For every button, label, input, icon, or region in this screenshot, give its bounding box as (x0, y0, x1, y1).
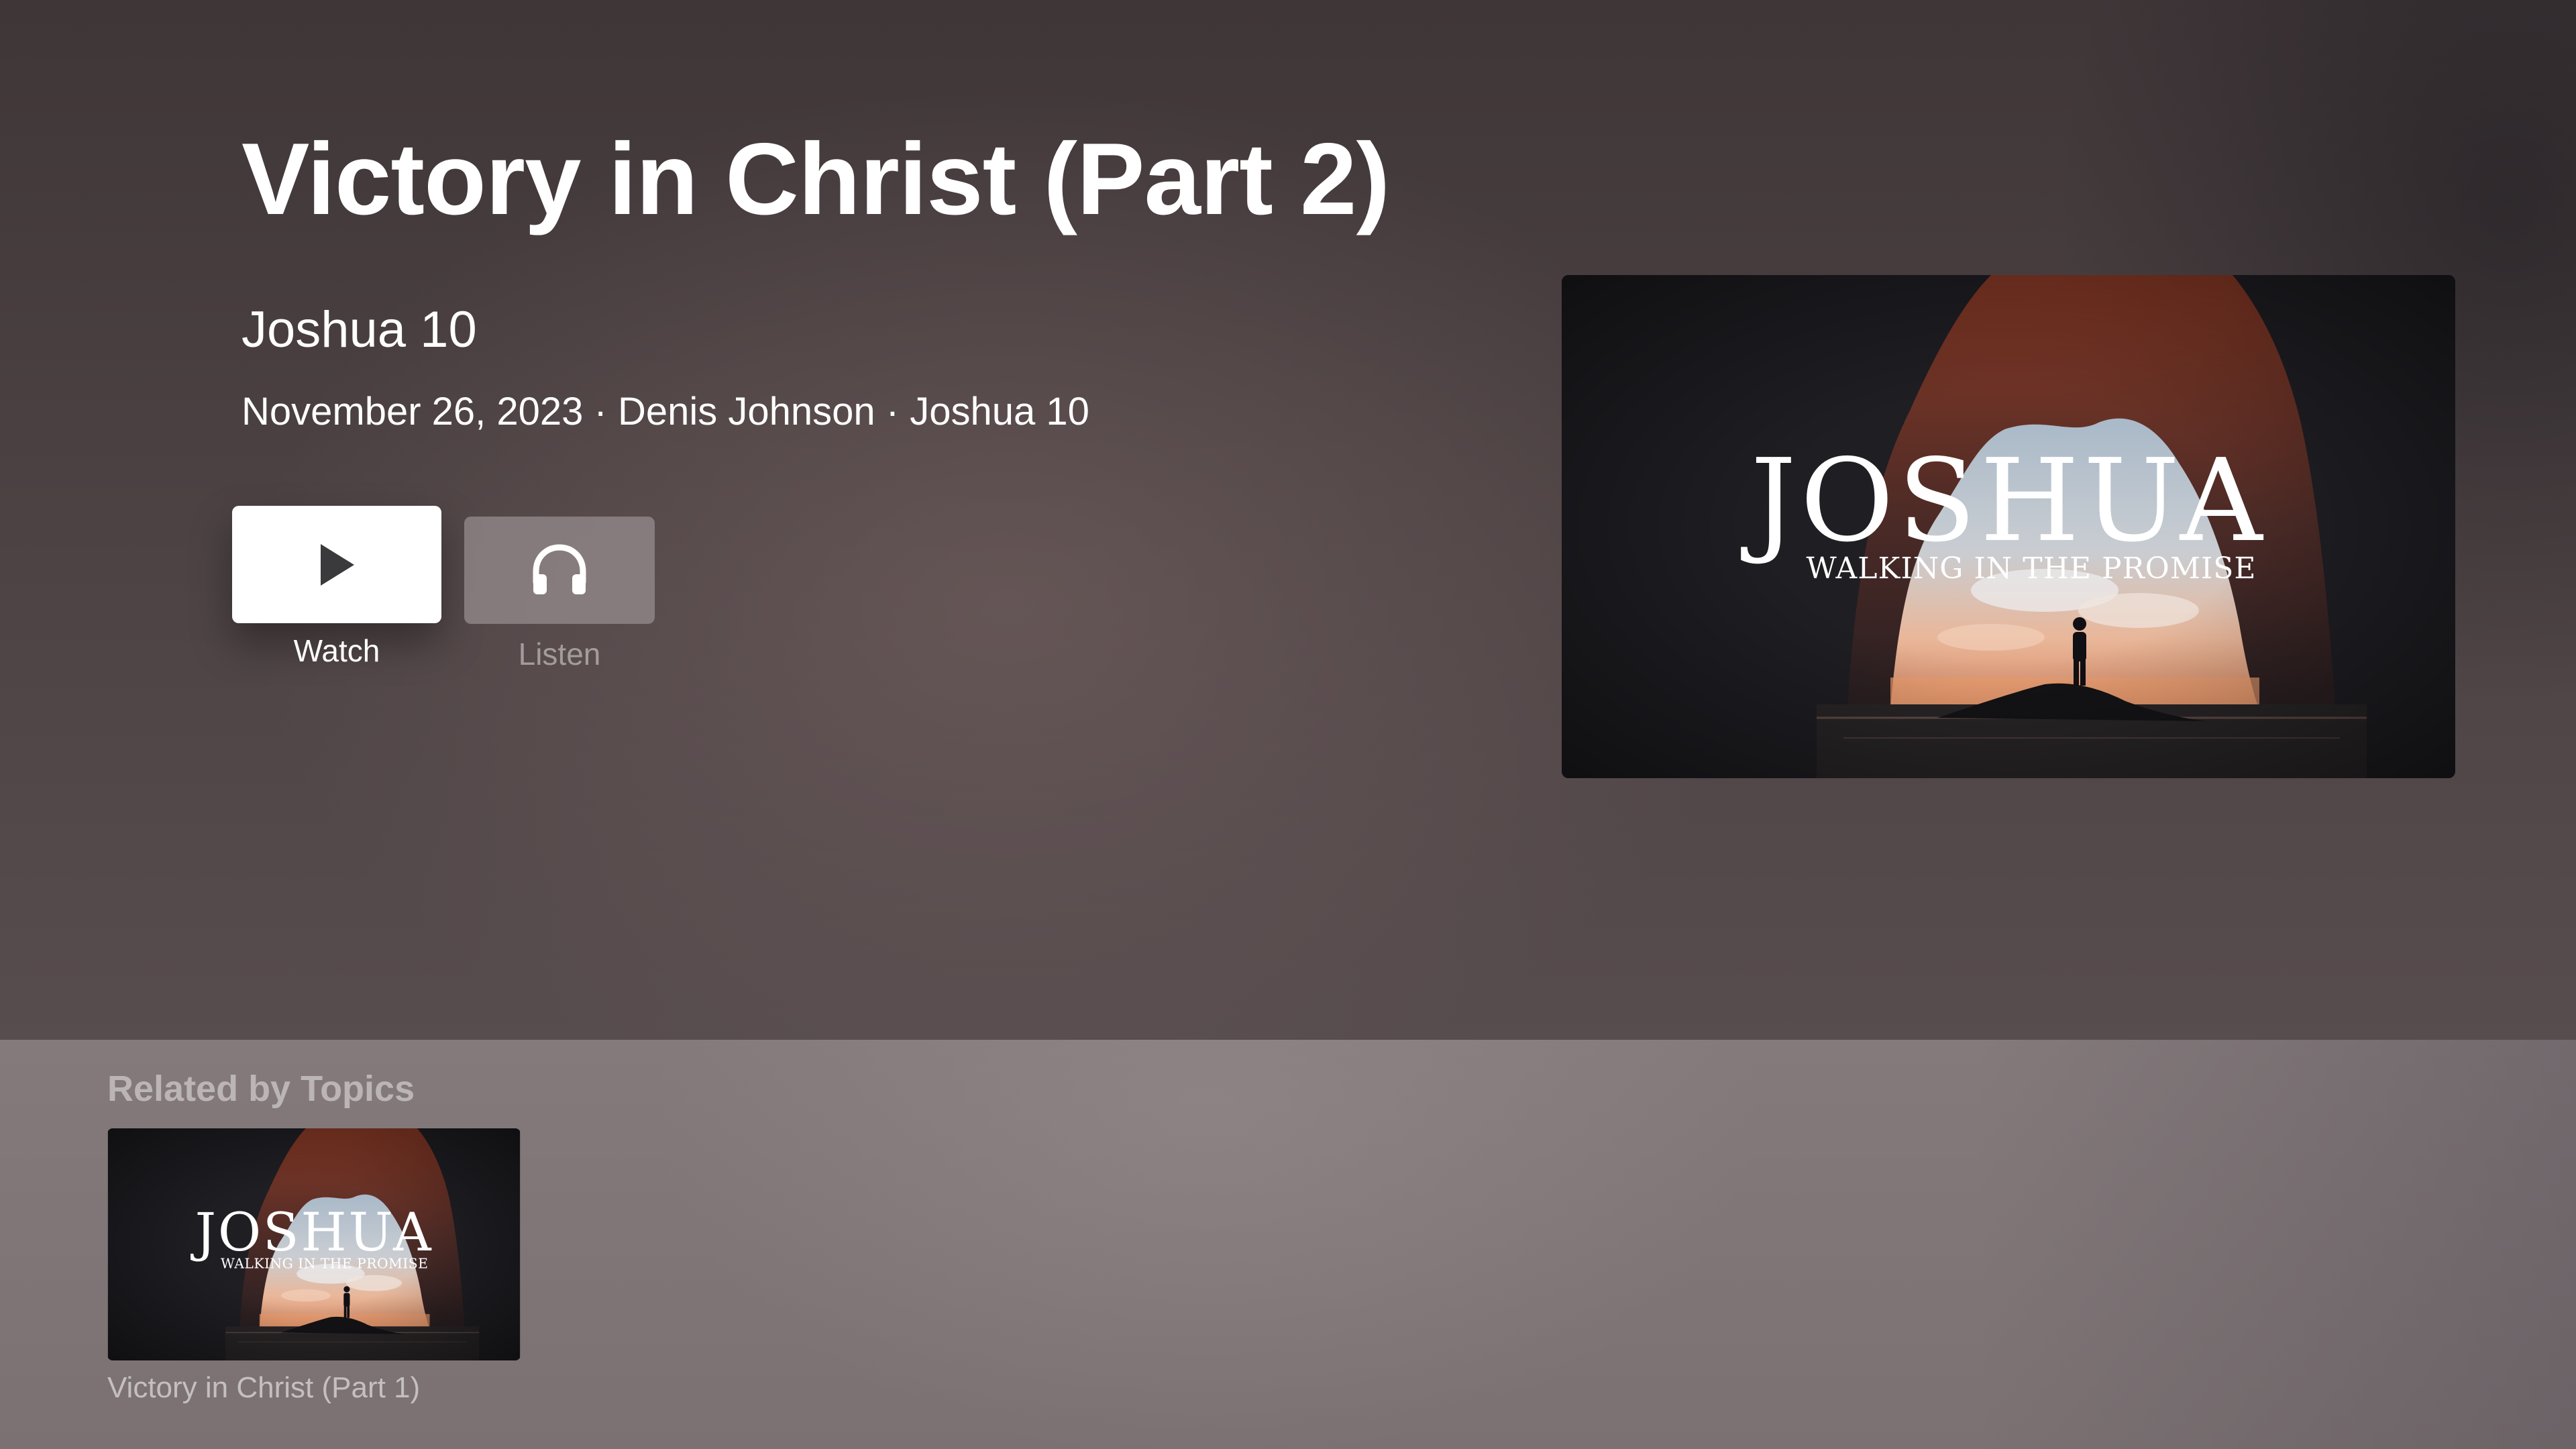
related-artwork-series-title: JOSHUA (191, 1202, 433, 1263)
artwork-series-tagline: WALKING IN THE PROMISE (1806, 551, 2256, 586)
headphones-icon (533, 544, 586, 594)
watch-button-tile[interactable] (232, 506, 441, 623)
episode-title: Victory in Christ (Part 2) (241, 122, 1390, 236)
episode-detail-screen: Victory in Christ (Part 2) Joshua 10 Nov… (0, 0, 2576, 1449)
related-artwork-series-tagline: WALKING IN THE PROMISE (221, 1256, 428, 1272)
related-item[interactable]: JOSHUA WALKING IN THE PROMISE Victory in… (107, 1128, 521, 1405)
play-icon (321, 543, 354, 586)
episode-subtitle: Joshua 10 (241, 301, 477, 358)
related-item-thumbnail[interactable]: JOSHUA WALKING IN THE PROMISE (107, 1128, 521, 1360)
artwork-series-title: JOSHUA (1740, 435, 2266, 568)
episode-meta: November 26, 2023 · Denis Johnson · Josh… (241, 390, 1089, 433)
listen-label: Listen (518, 637, 601, 672)
series-artwork: JOSHUA WALKING IN THE PROMISE (1562, 275, 2455, 778)
related-shelf: Related by Topics JOSHUA WALKING IN THE … (0, 1040, 2576, 1449)
listen-button-tile[interactable] (464, 517, 655, 624)
related-item-title: Victory in Christ (Part 1) (107, 1371, 421, 1404)
watch-button[interactable]: Watch (232, 506, 441, 669)
listen-button[interactable]: Listen (464, 517, 655, 672)
related-item-artwork: JOSHUA WALKING IN THE PROMISE (107, 1128, 521, 1360)
related-heading: Related by Topics (107, 1069, 415, 1109)
series-artwork-image: JOSHUA WALKING IN THE PROMISE (1562, 275, 2455, 778)
watch-label: Watch (293, 633, 380, 668)
